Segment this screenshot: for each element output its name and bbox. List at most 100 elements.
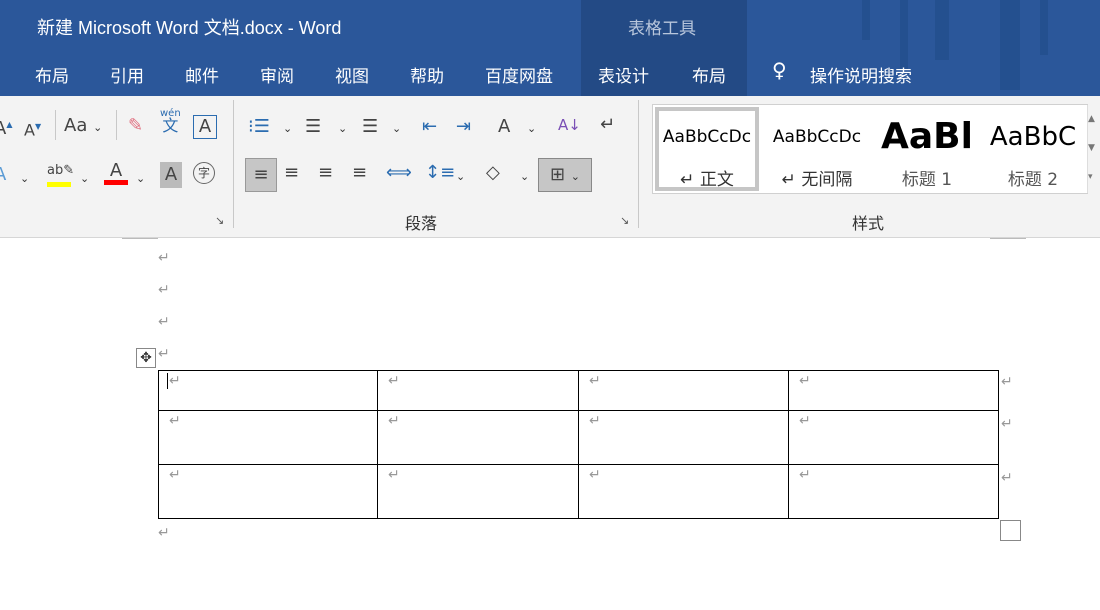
divider (55, 110, 56, 140)
table-cell[interactable]: ↵ (158, 370, 378, 411)
font-color-icon[interactable]: A (104, 158, 128, 185)
chevron-down-icon[interactable]: ⌄ (520, 164, 529, 190)
shrink-font-icon[interactable]: A▼ (24, 114, 41, 143)
row-end-mark: ↵ (1001, 416, 1013, 432)
multilevel-list-icon[interactable]: ☰ (362, 114, 378, 140)
paragraph-mark: ↵ (158, 314, 170, 330)
borders-button[interactable]: ⊞ ⌄ (538, 158, 592, 192)
tab-help[interactable]: 帮助 (410, 62, 444, 87)
table-tools-label: 表格工具 (628, 19, 696, 39)
paragraph-mark: ↵ (158, 282, 170, 298)
table-cell[interactable]: ↵ (158, 410, 378, 465)
numbering-icon[interactable]: ☰ (305, 114, 321, 140)
styles-gallery: AaBbCcDc ↵ 正文 AaBbCcDc ↵ 无间隔 AaBl 标题 1 A… (652, 104, 1095, 194)
style-heading-2[interactable]: AaBbC 标题 2 (979, 105, 1087, 193)
text-effects-icon[interactable]: A (0, 162, 6, 188)
decoration (935, 0, 949, 60)
paragraph-mark: ↵ (158, 525, 170, 541)
lightbulb-icon: ♀ (772, 58, 787, 82)
tab-baidu-netdisk[interactable]: 百度网盘 (485, 62, 553, 87)
bullets-icon[interactable]: ⁝☰ (248, 114, 270, 140)
decoration (900, 0, 908, 70)
decoration (862, 0, 870, 40)
highlight-icon[interactable]: ab✎ (47, 158, 74, 187)
tab-layout[interactable]: 布局 (35, 62, 69, 87)
divider (233, 100, 234, 228)
align-left-button[interactable]: ≡ (245, 158, 277, 192)
chevron-down-icon[interactable]: ⌄ (392, 116, 401, 142)
table-cell[interactable]: ↵ (377, 464, 579, 519)
show-marks-icon[interactable]: ↵ (600, 112, 615, 138)
font-dialog-launcher-icon[interactable]: ↘ (215, 214, 224, 227)
table-cell[interactable]: ↵ (578, 464, 789, 519)
style-name: 正文 (699, 170, 734, 190)
tell-me-search[interactable]: 操作说明搜索 (810, 62, 912, 87)
chevron-down-icon[interactable]: ⌄ (527, 116, 536, 142)
table-cell[interactable]: ↵ (158, 464, 378, 519)
shading-icon[interactable]: ◇ (486, 160, 500, 186)
table-cell[interactable]: ↵ (578, 370, 789, 411)
styles-group-label: 样式 (852, 214, 885, 233)
line-spacing-icon[interactable]: ↕≡ (425, 160, 455, 186)
distributed-button[interactable]: ⟺ (386, 160, 412, 186)
style-preview: AaBbCcDc (662, 127, 752, 147)
increase-indent-icon[interactable]: ⇥ (456, 114, 471, 140)
tab-mailings[interactable]: 邮件 (185, 62, 219, 87)
chevron-down-icon[interactable]: ⌄ (456, 164, 465, 190)
style-heading-1[interactable]: AaBl 标题 1 (873, 105, 981, 193)
change-case-label: Aa (64, 115, 88, 136)
table-row: ↵ ↵ ↵ ↵ (158, 464, 999, 519)
chevron-down-icon[interactable]: ⌄ (338, 116, 347, 142)
table-move-handle-icon[interactable]: ✥ (136, 348, 156, 368)
table-resize-handle[interactable] (1000, 520, 1021, 541)
table-cell[interactable]: ↵ (377, 370, 579, 411)
table-cell[interactable]: ↵ (377, 410, 579, 465)
chevron-down-icon[interactable]: ⌄ (136, 166, 145, 192)
character-border-icon[interactable]: A (193, 115, 217, 139)
tab-table-design[interactable]: 表设计 (598, 62, 649, 87)
grow-font-icon[interactable]: A▲ (0, 112, 12, 142)
align-right-button[interactable]: ≡ (318, 160, 333, 186)
margin-corner (990, 238, 1026, 239)
paragraph-group-label: 段落 (405, 214, 438, 233)
decoration (1040, 0, 1048, 55)
style-preview: AaBbCcDc (772, 127, 862, 147)
table-cell[interactable]: ↵ (788, 370, 999, 411)
text-direction-icon[interactable]: A (498, 114, 510, 140)
table-cell[interactable]: ↵ (578, 410, 789, 465)
table-cell[interactable]: ↵ (788, 464, 999, 519)
row-end-mark: ↵ (1001, 470, 1013, 486)
tab-references[interactable]: 引用 (110, 62, 144, 87)
window-title: 新建 Microsoft Word 文档.docx - Word (37, 18, 342, 38)
enclose-label: 字 (197, 166, 210, 180)
style-no-spacing[interactable]: AaBbCcDc ↵ 无间隔 (763, 105, 871, 193)
clear-formatting-icon[interactable]: ✎ (128, 113, 143, 139)
enclosed-character-icon[interactable]: 字 (193, 162, 215, 184)
paragraph-mark: ↵ (158, 250, 170, 266)
chevron-down-icon[interactable]: ⌄ (80, 166, 89, 192)
tab-view[interactable]: 视图 (335, 62, 369, 87)
style-preview: AaBl (881, 119, 973, 155)
decoration (1000, 0, 1020, 90)
tab-review[interactable]: 审阅 (260, 62, 294, 87)
row-end-mark: ↵ (1001, 374, 1013, 390)
justify-button[interactable]: ≡ (352, 160, 367, 186)
gallery-scroll[interactable]: ▲ ▼ ▾ (1087, 105, 1099, 193)
chevron-down-icon[interactable]: ⌄ (283, 116, 292, 142)
chevron-down-icon[interactable]: ⌄ (20, 166, 29, 192)
phonetic-guide-icon[interactable]: wén 文 (160, 108, 181, 135)
style-normal[interactable]: AaBbCcDc ↵ 正文 (655, 107, 759, 191)
decrease-indent-icon[interactable]: ⇤ (422, 114, 437, 140)
table-cell[interactable]: ↵ (788, 410, 999, 465)
change-case-button[interactable]: Aa ⌄ (64, 113, 102, 141)
paragraph-dialog-launcher-icon[interactable]: ↘ (620, 214, 629, 227)
align-center-button[interactable]: ≡ (284, 160, 299, 186)
document-table: ↵ ↵ ↵ ↵ ↵ ↵ ↵ ↵ ↵ ↵ ↵ ↵ (158, 370, 999, 519)
style-preview: AaBbC (989, 122, 1077, 152)
margin-corner (122, 238, 158, 239)
tab-table-layout[interactable]: 布局 (692, 62, 726, 87)
character-shading-icon[interactable]: A (160, 162, 182, 188)
divider (116, 110, 117, 140)
sort-icon[interactable]: A↓ (558, 112, 581, 138)
style-name: 标题 2 (1007, 170, 1059, 190)
